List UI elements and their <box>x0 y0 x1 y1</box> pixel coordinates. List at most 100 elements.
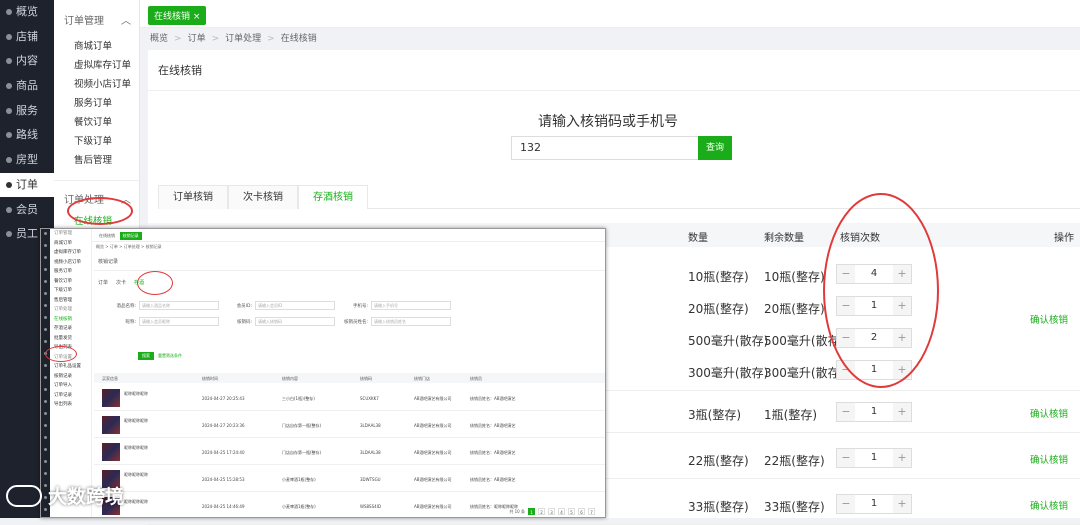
tab-online-verify[interactable]: 在线核销 × <box>148 6 207 25</box>
inset-sidebar-item[interactable]: 服务订单 <box>50 267 91 277</box>
inset-page-number[interactable]: 2 <box>538 508 545 515</box>
inset-nav-item[interactable] <box>41 316 50 325</box>
nav-item-2[interactable]: 内容 <box>0 49 54 73</box>
tab-0[interactable]: 订单核销 <box>158 185 228 209</box>
sidebar-item[interactable]: 售后管理 <box>54 151 139 170</box>
minus-icon[interactable]: − <box>837 449 855 467</box>
plus-icon[interactable]: + <box>893 265 911 283</box>
stepper-value[interactable]: 1 <box>855 495 893 513</box>
nav-item-0[interactable]: 概览 <box>0 0 54 24</box>
inset-page-number[interactable]: 3 <box>548 508 555 515</box>
nav-item-3[interactable]: 商品 <box>0 74 54 98</box>
times-stepper[interactable]: −2 + <box>836 328 912 348</box>
confirm-verify-link[interactable]: 确认核销 <box>1030 406 1068 420</box>
inset-nav-item[interactable] <box>41 388 50 397</box>
sidebar-group-order-processing[interactable]: 订单处理 ︿ <box>54 180 139 206</box>
inset-sidebar-item[interactable]: 订单导入 <box>50 381 91 391</box>
sidebar-item[interactable]: 下级订单 <box>54 132 139 151</box>
inset-sidebar-item[interactable]: 虚拟库存订单 <box>50 248 91 258</box>
inset-page-number[interactable]: 4 <box>558 508 565 515</box>
plus-icon[interactable]: + <box>893 449 911 467</box>
plus-icon[interactable]: + <box>893 361 911 379</box>
inset-tab-card[interactable]: 次卡 <box>116 279 126 286</box>
inset-sidebar-item[interactable]: 导出列表 <box>50 343 91 353</box>
stepper-value[interactable]: 1 <box>855 297 893 315</box>
inset-tab-verify-records[interactable]: 核销记录 <box>119 232 142 240</box>
stepper-value[interactable]: 1 <box>855 403 893 421</box>
nav-item-8[interactable]: 会员 <box>0 198 54 222</box>
times-stepper[interactable]: −1 + <box>836 402 912 422</box>
tab-2[interactable]: 存酒核销 <box>298 185 368 209</box>
inset-nav-item[interactable] <box>41 412 50 421</box>
minus-icon[interactable]: − <box>837 297 855 315</box>
inset-filter-input[interactable]: 请输入核销员姓名 <box>371 317 451 326</box>
inset-nav-item[interactable] <box>41 268 50 277</box>
inset-filter-input[interactable]: 请输入会员昵称 <box>139 317 219 326</box>
inset-page-number[interactable]: 7 <box>588 508 595 515</box>
minus-icon[interactable]: − <box>837 265 855 283</box>
plus-icon[interactable]: + <box>893 297 911 315</box>
inset-reset-link[interactable]: 重置筛选条件 <box>158 352 182 360</box>
inset-nav-item[interactable] <box>41 448 50 457</box>
inset-sidebar-item[interactable]: 订单礼品设置 <box>50 362 91 372</box>
stepper-value[interactable]: 4 <box>855 265 893 283</box>
inset-sidebar-item[interactable]: 订单记录 <box>50 391 91 401</box>
inset-nav-item[interactable] <box>41 244 50 253</box>
minus-icon[interactable]: − <box>837 329 855 347</box>
nav-item-6[interactable]: 房型 <box>0 148 54 172</box>
inset-sidebar-item[interactable]: 核销记录 <box>50 372 91 382</box>
inset-nav-item[interactable] <box>41 508 50 517</box>
close-icon[interactable]: × <box>193 12 201 22</box>
nav-item-1[interactable]: 店铺 <box>0 25 54 49</box>
plus-icon[interactable]: + <box>893 329 911 347</box>
inset-nav-item[interactable] <box>41 340 50 349</box>
minus-icon[interactable]: − <box>837 403 855 421</box>
inset-sidebar-item[interactable]: 在线核销 <box>50 315 91 325</box>
inset-sidebar-item[interactable]: 下级订单 <box>50 286 91 296</box>
inset-nav-item[interactable] <box>41 292 50 301</box>
tab-1[interactable]: 次卡核销 <box>228 185 298 209</box>
inset-sidebar-item[interactable]: 存酒记录 <box>50 324 91 334</box>
breadcrumb-item[interactable]: 订单 <box>188 34 206 44</box>
inset-sidebar-item[interactable]: 餐饮订单 <box>50 277 91 287</box>
inset-filter-input[interactable]: 请输入手机号 <box>371 301 451 310</box>
inset-page-number[interactable]: 5 <box>568 508 575 515</box>
confirm-verify-link[interactable]: 确认核销 <box>1030 312 1068 326</box>
inset-nav-item[interactable] <box>41 232 50 241</box>
stepper-value[interactable]: 1 <box>855 449 893 467</box>
plus-icon[interactable]: + <box>893 403 911 421</box>
inset-tab-order[interactable]: 订单 <box>98 279 108 286</box>
breadcrumb-item[interactable]: 概览 <box>150 34 168 44</box>
inset-sidebar-item[interactable]: 视频小店订单 <box>50 258 91 268</box>
inset-nav-item[interactable] <box>41 352 50 361</box>
inset-sidebar-item[interactable]: 导出列表 <box>50 400 91 410</box>
plus-icon[interactable]: + <box>893 495 911 513</box>
nav-item-7[interactable]: 订单 <box>0 172 54 197</box>
times-stepper[interactable]: −1 + <box>836 448 912 468</box>
inset-filter-input[interactable]: 请输入酒品名称 <box>139 301 219 310</box>
stepper-value[interactable]: 2 <box>855 329 893 347</box>
inset-nav-item[interactable] <box>41 256 50 265</box>
inset-tab-online-verify[interactable]: 在线核销 <box>96 232 118 240</box>
nav-item-4[interactable]: 服务 <box>0 99 54 123</box>
inset-nav-item[interactable] <box>41 400 50 409</box>
inset-nav-item[interactable] <box>41 460 50 469</box>
inset-nav-item[interactable] <box>41 280 50 289</box>
inset-page-number[interactable]: 1 <box>528 508 535 515</box>
inset-sidebar-item[interactable]: 商城订单 <box>50 239 91 249</box>
query-button[interactable]: 查询 <box>698 136 732 160</box>
sidebar-group-order-management[interactable]: 订单管理 ︿ <box>54 0 139 27</box>
sidebar-item[interactable]: 服务订单 <box>54 94 139 113</box>
confirm-verify-link[interactable]: 确认核销 <box>1030 498 1068 512</box>
breadcrumb-item[interactable]: 订单处理 <box>225 34 261 44</box>
inset-nav-item[interactable] <box>41 328 50 337</box>
inset-filter-input[interactable]: 请输入核销码 <box>255 317 335 326</box>
confirm-verify-link[interactable]: 确认核销 <box>1030 452 1068 466</box>
times-stepper[interactable]: −4 + <box>836 264 912 284</box>
inset-nav-item[interactable] <box>41 376 50 385</box>
minus-icon[interactable]: − <box>837 361 855 379</box>
sidebar-item[interactable]: 虚拟库存订单 <box>54 56 139 75</box>
sidebar-item[interactable]: 商城订单 <box>54 37 139 56</box>
times-stepper[interactable]: −1 + <box>836 494 912 514</box>
inset-tab-wine[interactable]: 存酒 <box>134 279 144 286</box>
